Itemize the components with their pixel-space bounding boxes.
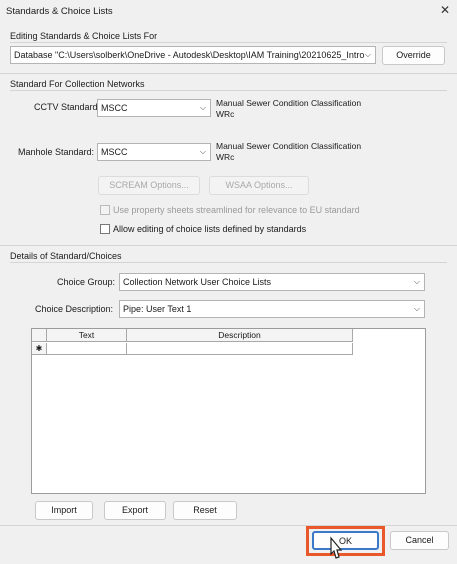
choice-group-label: Choice Group: (57, 277, 116, 287)
chevron-down-icon: ⌵ (199, 103, 206, 112)
cctv-desc-line1: Manual Sewer Condition Classification (216, 98, 362, 108)
database-select[interactable]: Database "C:\Users\solberk\OneDrive - Au… (10, 46, 376, 64)
manhole-standard-select[interactable]: MSCC ⌵ (97, 143, 211, 161)
manhole-standard-value: MSCC (101, 147, 128, 157)
cctv-standard-label: CCTV Standard: (34, 102, 101, 112)
grid-header-text[interactable]: Text (47, 329, 127, 342)
choice-description-label: Choice Description: (35, 304, 114, 314)
manhole-standard-description: Manual Sewer Condition Classification WR… (216, 141, 361, 163)
cctv-standard-select[interactable]: MSCC ⌵ (97, 99, 211, 117)
collection-group-label: Standard For Collection Networks (10, 79, 145, 89)
section-separator (0, 245, 457, 246)
dialog-title: Standards & Choice Lists (6, 6, 113, 17)
property-sheets-checkbox[interactable] (100, 205, 110, 215)
choice-description-select[interactable]: Pipe: User Text 1 ⌵ (119, 300, 425, 318)
reset-button[interactable]: Reset (173, 501, 237, 520)
allow-editing-checkbox[interactable] (100, 224, 110, 234)
collection-separator (10, 90, 447, 91)
cctv-standard-value: MSCC (101, 103, 128, 113)
choice-list-grid[interactable]: Text Description ✱ (31, 328, 426, 494)
database-select-value: Database "C:\Users\solberk\OneDrive - Au… (14, 50, 365, 60)
chevron-down-icon: ⌵ (199, 147, 206, 156)
footer-separator (0, 525, 457, 526)
import-button[interactable]: Import (35, 501, 93, 520)
choice-group-select[interactable]: Collection Network User Choice Lists ⌵ (119, 273, 425, 291)
manhole-desc-line1: Manual Sewer Condition Classification (216, 141, 362, 151)
cctv-desc-line2: WRc (216, 109, 235, 119)
cancel-button[interactable]: Cancel (390, 531, 449, 550)
chevron-down-icon: ⌵ (364, 50, 371, 59)
choice-description-value: Pipe: User Text 1 (123, 304, 192, 314)
chevron-down-icon: ⌵ (413, 277, 420, 286)
export-button[interactable]: Export (104, 501, 166, 520)
close-icon[interactable]: ✕ (438, 3, 452, 17)
mouse-pointer-icon (325, 536, 347, 562)
override-button[interactable]: Override (382, 46, 445, 65)
editing-separator (10, 42, 447, 43)
grid-new-row-marker: ✱ (32, 343, 47, 355)
allow-editing-label: Allow editing of choice lists defined by… (113, 224, 307, 234)
manhole-standard-label: Manhole Standard: (18, 147, 95, 157)
grid-corner-header (32, 329, 47, 342)
cctv-standard-description: Manual Sewer Condition Classification WR… (216, 98, 361, 120)
choice-group-value: Collection Network User Choice Lists (123, 277, 272, 287)
manhole-desc-line2: WRc (216, 152, 235, 162)
details-separator (10, 262, 447, 263)
chevron-down-icon: ⌵ (413, 304, 420, 313)
grid-header-description[interactable]: Description (127, 329, 353, 342)
section-separator (0, 73, 457, 74)
grid-cell-description[interactable] (127, 343, 353, 355)
scream-options-button[interactable]: SCREAM Options... (98, 176, 200, 195)
editing-group-label: Editing Standards & Choice Lists For (10, 31, 158, 41)
property-sheets-label: Use property sheets streamlined for rele… (113, 205, 360, 215)
wsaa-options-button[interactable]: WSAA Options... (209, 176, 309, 195)
grid-cell-text[interactable] (47, 343, 127, 355)
details-group-label: Details of Standard/Choices (10, 251, 122, 261)
